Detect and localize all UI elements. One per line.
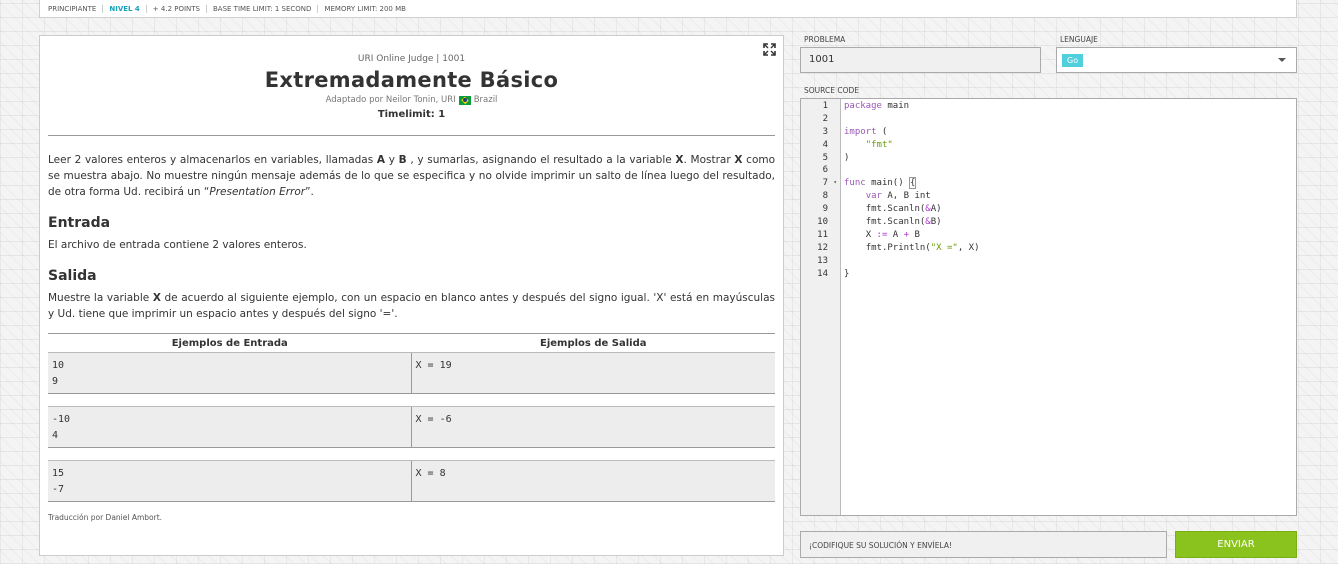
fold-arrow-icon[interactable]: ▾ <box>833 177 837 190</box>
problem-origin: URI Online Judge | 1001 <box>357 54 466 64</box>
line-number: 13 <box>817 255 828 266</box>
timelimit: Timelimit: 1 <box>377 109 446 120</box>
example-input: 10 9 <box>48 353 412 393</box>
line-number: 3 <box>822 126 828 137</box>
problem-author: Adaptado por Neilor Tonin, URI Brazil <box>48 95 775 105</box>
category-label: PRINCIPIANTE <box>48 4 104 13</box>
source-code-label: SOURCE CODE <box>804 86 860 95</box>
input-description: El archivo de entrada contiene 2 valores… <box>48 239 307 251</box>
line-number: 1 <box>822 101 828 111</box>
examples-input-header: Ejemplos de Entrada <box>171 337 288 349</box>
code-line: package main <box>844 101 910 111</box>
code-line: var A, B int <box>865 191 931 202</box>
line-number: 6 <box>822 165 828 176</box>
example-input: -10 4 <box>48 407 412 447</box>
submission-hint: ¡CODIFIQUE SU SOLUCIÓN Y ENVÍELA! <box>800 531 1167 558</box>
line-number-gutter: 1 2 3 4 5 6 7 ▾ 8 9 10 11 12 13 14 <box>801 99 841 515</box>
example-output: X = 8 <box>415 468 446 479</box>
examples-header: Ejemplos de Entrada Ejemplos de Salida <box>48 334 775 352</box>
language-select[interactable]: Go <box>1056 47 1297 73</box>
example-row: -10 4 X = -6 <box>48 406 775 448</box>
problem-header: URI Online Judge | 1001 Extremadamente B… <box>48 36 775 120</box>
level-label: NIVEL 4 <box>103 4 147 13</box>
example-input: 15 -7 <box>48 461 412 501</box>
problem-info-bar: PRINCIPIANTE NIVEL 4 + 4.2 POINTS BASE T… <box>39 0 1297 18</box>
line-number: 8 <box>822 191 828 202</box>
chevron-down-icon <box>1278 58 1286 62</box>
code-area[interactable]: package main import ( "fmt" ) func main(… <box>841 99 980 515</box>
code-line: } <box>844 268 850 279</box>
memory-limit-label: MEMORY LIMIT: 200 MB <box>324 4 406 13</box>
divider <box>48 135 775 136</box>
example-output: X = 19 <box>415 360 452 371</box>
code-line: ) <box>844 152 850 163</box>
line-number: 11 <box>817 229 828 240</box>
code-line: import ( <box>844 126 888 137</box>
line-number: 5 <box>822 152 828 163</box>
time-limit-label: BASE TIME LIMIT: 1 SECOND <box>207 4 319 13</box>
output-heading: Salida <box>48 268 97 284</box>
line-number: 7 ▾ <box>822 177 837 190</box>
examples-table: Ejemplos de Entrada Ejemplos de Salida 1… <box>48 333 775 502</box>
line-number: 14 <box>817 268 828 279</box>
problem-panel: URI Online Judge | 1001 Extremadamente B… <box>39 35 784 556</box>
line-number: 4 <box>822 139 828 150</box>
expand-icon[interactable] <box>763 43 776 56</box>
code-line: X := A + B <box>865 229 920 240</box>
line-number: 9 <box>822 204 828 215</box>
line-number: 10 <box>817 217 828 228</box>
submit-button[interactable]: ENVIAR <box>1175 531 1297 558</box>
problem-id-field[interactable]: 1001 <box>800 47 1041 73</box>
problem-title: Extremadamente Básico <box>264 68 559 92</box>
line-number: 12 <box>817 242 828 253</box>
example-row: 15 -7 X = 8 <box>48 460 775 502</box>
country-text: Brazil <box>473 95 498 105</box>
problem-description: Leer 2 valores enteros y almacenarlos en… <box>48 154 776 198</box>
code-line: func main() { <box>844 177 917 190</box>
brazil-flag-icon <box>458 95 471 105</box>
translation-credit: Traducción por Daniel Ambort. <box>48 513 163 522</box>
points-label: + 4.2 POINTS <box>147 4 207 13</box>
code-line: fmt.Scanln(&A) <box>865 204 942 215</box>
language-field-label: LENGUAJE <box>1060 35 1098 44</box>
code-line: fmt.Scanln(&B) <box>865 217 942 228</box>
example-row: 10 9 X = 19 <box>48 352 775 394</box>
problem-field-label: PROBLEMA <box>804 35 846 44</box>
author-text: Adaptado por Neilor Tonin, URI <box>325 95 456 105</box>
output-description: Muestre la variable X de acuerdo al sigu… <box>48 292 775 320</box>
input-heading: Entrada <box>48 215 111 231</box>
code-line: fmt.Println("X =", X) <box>865 242 980 253</box>
line-number: 2 <box>822 113 828 124</box>
language-value: Go <box>1062 53 1084 67</box>
code-line: "fmt" <box>865 139 893 150</box>
examples-output-header: Ejemplos de Salida <box>540 337 647 349</box>
code-editor[interactable]: 1 2 3 4 5 6 7 ▾ 8 9 10 11 12 13 14 packag… <box>800 98 1297 516</box>
example-output: X = -6 <box>415 414 452 425</box>
